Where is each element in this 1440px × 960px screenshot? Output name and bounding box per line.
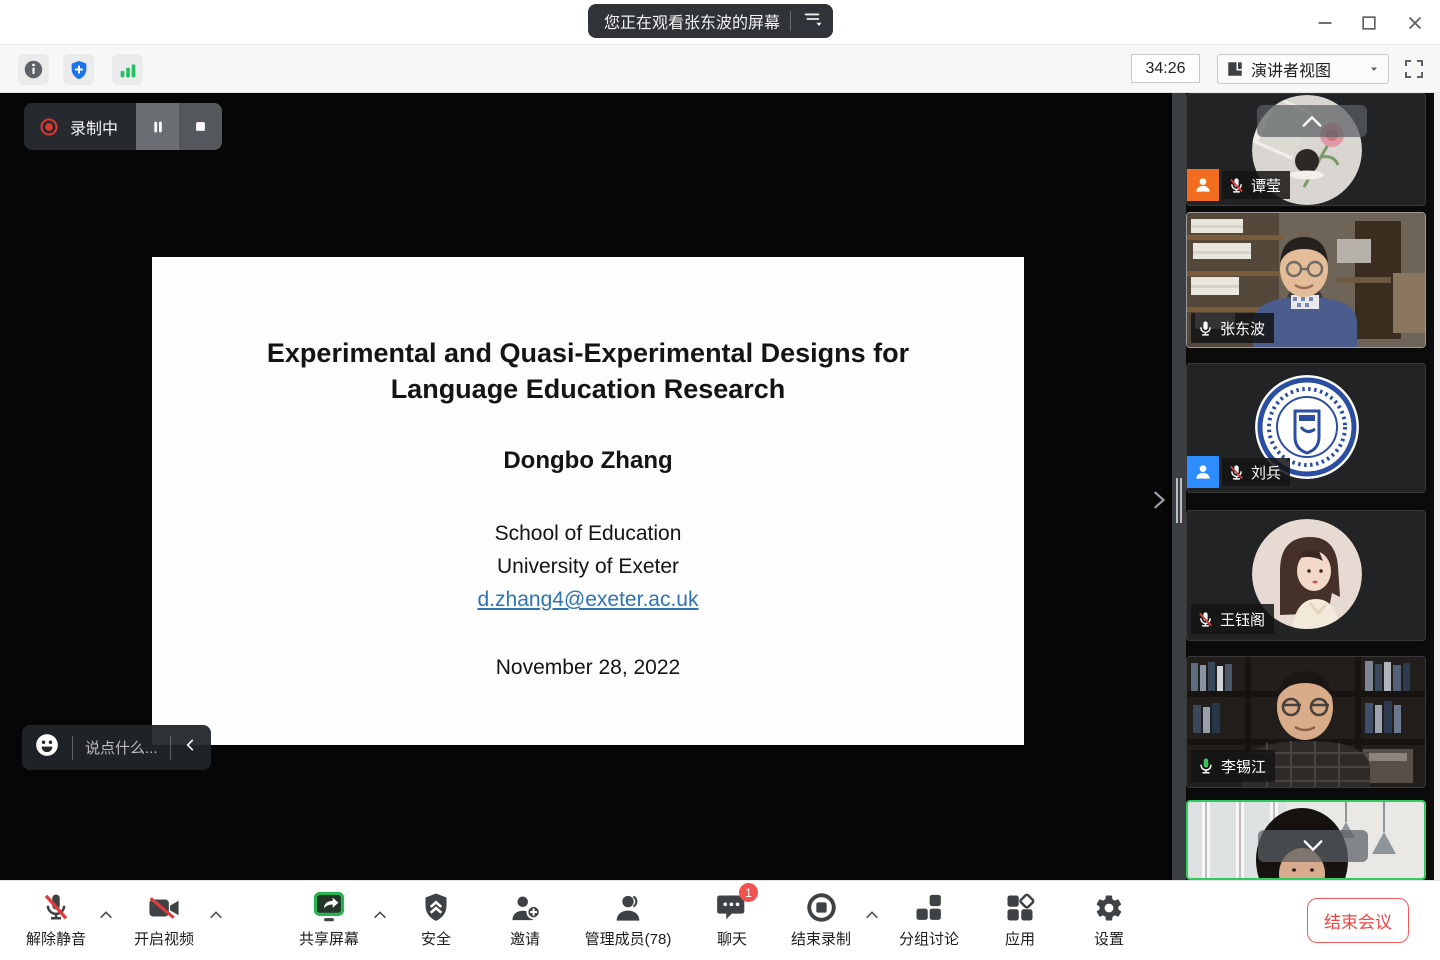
close-button[interactable] bbox=[1400, 8, 1430, 38]
top-toolbar: 34:26 演讲者视图 bbox=[0, 45, 1440, 93]
participant-tile-liubing[interactable]: 刘兵 bbox=[1186, 363, 1426, 493]
filmstrip-scroll-up-button[interactable] bbox=[1257, 105, 1367, 137]
speaker-view-button[interactable]: 演讲者视图 bbox=[1217, 54, 1389, 84]
muted-mic-icon bbox=[1228, 177, 1245, 194]
security-shield-icon bbox=[68, 59, 90, 81]
slide-org-line2: University of Exeter bbox=[152, 550, 1024, 583]
apps-button[interactable]: 应用 bbox=[985, 891, 1055, 949]
slide-org-line1: School of Education bbox=[152, 517, 1024, 550]
gear-icon bbox=[1094, 893, 1124, 923]
info-icon bbox=[23, 59, 44, 80]
quick-chat-bar: 说点什么... bbox=[22, 725, 211, 770]
participants-filmstrip: 谭莹 bbox=[1186, 93, 1440, 880]
muted-mic-icon bbox=[1228, 464, 1245, 481]
email-link[interactable]: d.zhang4@exeter.ac.uk bbox=[478, 588, 699, 611]
sidebar-expand-chevron[interactable] bbox=[1148, 485, 1170, 520]
invite-button[interactable]: 邀请 bbox=[490, 891, 560, 949]
name-tag: 王钰阁 bbox=[1191, 604, 1274, 634]
screen-view-banner[interactable]: 您正在观看张东波的屏幕 bbox=[588, 4, 833, 38]
video-options-chevron[interactable] bbox=[206, 907, 226, 923]
start-video-button[interactable]: 开启视频 bbox=[118, 891, 210, 949]
slide-date: November 28, 2022 bbox=[152, 656, 1024, 680]
chat-input-placeholder[interactable]: 说点什么... bbox=[85, 737, 158, 758]
panel-drag-handle[interactable] bbox=[1172, 93, 1186, 880]
audio-options-chevron[interactable] bbox=[96, 907, 116, 923]
network-signal-icon bbox=[117, 59, 139, 81]
speaking-mic-icon bbox=[1197, 757, 1215, 775]
filmstrip-scroll-down-button[interactable] bbox=[1258, 830, 1368, 862]
recording-options-chevron[interactable] bbox=[862, 907, 882, 923]
share-screen-button[interactable]: 共享屏幕 bbox=[286, 891, 372, 949]
slide-author: Dongbo Zhang bbox=[152, 447, 1024, 475]
banner-text: 您正在观看张东波的屏幕 bbox=[604, 9, 780, 33]
chevron-down-icon bbox=[1368, 63, 1380, 75]
security-icon bbox=[422, 892, 450, 923]
layout-view-icon bbox=[1226, 60, 1244, 78]
muted-mic-icon bbox=[41, 891, 71, 923]
meeting-controls-bar: 解除静音 开启视频 共享屏幕 安全 邀请 管理成员(78) bbox=[0, 880, 1440, 960]
unmute-button[interactable]: 解除静音 bbox=[14, 891, 98, 949]
security-status-button[interactable] bbox=[63, 54, 94, 85]
fullscreen-button[interactable] bbox=[1399, 54, 1429, 84]
recording-label: 录制中 bbox=[70, 115, 118, 139]
title-bar: 您正在观看张东波的屏幕 bbox=[0, 0, 1440, 45]
participants-icon bbox=[613, 892, 643, 923]
mic-icon bbox=[1197, 320, 1214, 337]
view-options-icon[interactable] bbox=[801, 8, 823, 35]
fullscreen-icon bbox=[1402, 57, 1426, 81]
invite-person-icon bbox=[509, 892, 541, 923]
person-icon bbox=[1193, 462, 1213, 482]
chevron-up-icon bbox=[1301, 114, 1323, 128]
manage-participants-button[interactable]: 管理成员(78) bbox=[566, 891, 690, 949]
name-tag: 谭莹 bbox=[1222, 171, 1290, 199]
person-icon bbox=[1193, 175, 1213, 195]
muted-mic-icon bbox=[1197, 611, 1214, 628]
share-options-chevron[interactable] bbox=[370, 907, 390, 923]
filmstrip-scrollbar[interactable] bbox=[1434, 93, 1440, 880]
share-screen-icon bbox=[311, 891, 347, 923]
end-meeting-button[interactable]: 结束会议 bbox=[1307, 898, 1409, 943]
maximize-button[interactable] bbox=[1354, 8, 1384, 38]
name-tag: 李锡江 bbox=[1191, 750, 1275, 782]
settings-button[interactable]: 设置 bbox=[1074, 891, 1144, 949]
banner-divider bbox=[790, 11, 791, 31]
speaker-view-label: 演讲者视图 bbox=[1251, 57, 1331, 81]
participant-tile-zhangdongbo[interactable]: 张东波 bbox=[1186, 212, 1426, 348]
meeting-window: 您正在观看张东波的屏幕 34:26 演 bbox=[0, 0, 1440, 960]
network-quality-button[interactable] bbox=[112, 54, 143, 85]
chevron-left-icon[interactable] bbox=[183, 737, 199, 758]
slide-title: Experimental and Quasi-Experimental Desi… bbox=[152, 335, 1024, 407]
presentation-slide: Experimental and Quasi-Experimental Desi… bbox=[152, 257, 1024, 745]
name-tag: 张东波 bbox=[1191, 313, 1274, 343]
meeting-timer: 34:26 bbox=[1131, 54, 1200, 83]
record-dot-icon bbox=[39, 117, 59, 137]
stop-icon bbox=[193, 119, 208, 134]
name-tag: 刘兵 bbox=[1222, 458, 1290, 486]
slide-email-link: d.zhang4@exeter.ac.uk bbox=[152, 583, 1024, 616]
apps-icon bbox=[1005, 893, 1035, 923]
minimize-button[interactable] bbox=[1310, 8, 1340, 38]
pause-recording-button[interactable] bbox=[136, 103, 179, 150]
stop-recording-toolbar-button[interactable]: 结束录制 bbox=[776, 891, 866, 949]
chevron-down-icon bbox=[1302, 839, 1324, 853]
participant-tile-wangyuge[interactable]: 王钰阁 bbox=[1186, 510, 1426, 641]
participant-tile-active-speaker[interactable] bbox=[1186, 800, 1426, 880]
breakout-rooms-button[interactable]: 分组讨论 bbox=[884, 891, 974, 949]
meeting-info-button[interactable] bbox=[18, 54, 49, 85]
stop-record-icon bbox=[806, 892, 837, 923]
pause-icon bbox=[150, 119, 166, 135]
video-off-icon bbox=[147, 893, 181, 923]
breakout-rooms-icon bbox=[914, 893, 944, 923]
security-button[interactable]: 安全 bbox=[400, 891, 472, 949]
participant-tile-lixijiang[interactable]: 李锡江 bbox=[1186, 656, 1426, 788]
shared-screen-area: Experimental and Quasi-Experimental Desi… bbox=[0, 93, 1172, 880]
chat-button[interactable]: 1 聊天 bbox=[697, 891, 767, 949]
stop-recording-button[interactable] bbox=[179, 103, 222, 150]
recording-indicator: 录制中 bbox=[24, 103, 222, 150]
participant-role-badge bbox=[1187, 169, 1219, 201]
chat-unread-badge: 1 bbox=[739, 883, 758, 902]
participant-role-badge bbox=[1187, 456, 1219, 488]
participant-tile-tanying[interactable]: 谭莹 bbox=[1186, 93, 1426, 206]
emoji-icon[interactable] bbox=[34, 732, 60, 763]
